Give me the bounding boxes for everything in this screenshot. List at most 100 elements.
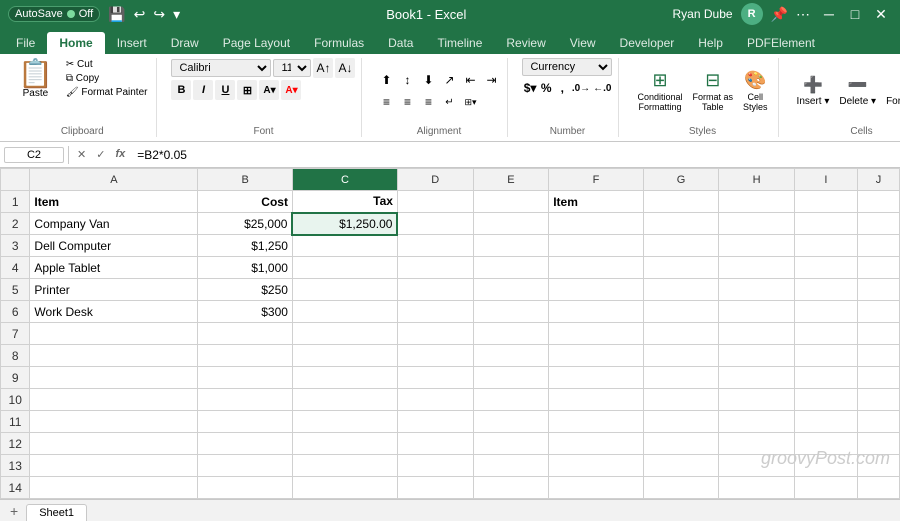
cell-r5-c4[interactable] [397,279,473,301]
cell-r6-c1[interactable]: Work Desk [30,301,198,323]
cell-r5-c7[interactable] [643,279,719,301]
cell-r4-c8[interactable] [719,257,795,279]
sheet-tab-1[interactable]: Sheet1 [26,504,87,521]
col-header-b[interactable]: B [198,169,293,191]
format-table-button[interactable]: ⊟ Format asTable [689,68,738,114]
cell-r12-c6[interactable] [549,433,644,455]
tab-view[interactable]: View [558,32,608,54]
cell-r1-c8[interactable] [719,191,795,213]
cell-r7-c10[interactable] [857,323,899,345]
cell-r8-c1[interactable] [30,345,198,367]
cell-r7-c3[interactable] [292,323,397,345]
border-button[interactable]: ⊞ [237,80,257,100]
cell-r8-c5[interactable] [473,345,549,367]
delete-button[interactable]: ➖ Delete ▾ [835,73,880,109]
cell-r6-c2[interactable]: $300 [198,301,293,323]
merge-center-button[interactable]: ⊞▾ [460,92,480,112]
cell-r5-c1[interactable]: Printer [30,279,198,301]
increase-font-button[interactable]: A↑ [313,58,333,78]
new-sheet-button[interactable]: + [4,501,24,521]
cell-r12-c4[interactable] [397,433,473,455]
comma-button[interactable]: , [555,79,570,97]
cell-r4-c9[interactable] [794,257,857,279]
cell-r13-c4[interactable] [397,455,473,477]
cell-r6-c10[interactable] [857,301,899,323]
cell-r4-c2[interactable]: $1,000 [198,257,293,279]
number-format-select[interactable]: Currency [522,58,612,76]
tab-draw[interactable]: Draw [159,32,211,54]
row-header-7[interactable]: 7 [1,323,30,345]
row-header-8[interactable]: 8 [1,345,30,367]
cell-r6-c9[interactable] [794,301,857,323]
cell-r2-c10[interactable] [857,213,899,235]
dollar-sign-button[interactable]: $▾ [522,79,537,97]
format-painter-button[interactable]: 🖌 Format Painter [63,86,151,99]
cell-r7-c6[interactable] [549,323,644,345]
cell-r13-c2[interactable] [198,455,293,477]
percent-button[interactable]: % [539,79,554,97]
wrap-text-button[interactable]: ↵ [439,92,459,112]
font-color-button[interactable]: A▾ [281,80,301,100]
cell-r8-c10[interactable] [857,345,899,367]
cell-r3-c9[interactable] [794,235,857,257]
cell-r2-c4[interactable] [397,213,473,235]
cell-r1-c1[interactable]: Item [30,191,198,213]
col-header-e[interactable]: E [473,169,549,191]
cell-r4-c4[interactable] [397,257,473,279]
cell-r1-c2[interactable]: Cost [198,191,293,213]
cell-r12-c2[interactable] [198,433,293,455]
cell-r3-c7[interactable] [643,235,719,257]
cell-r14-c3[interactable] [292,477,397,499]
cell-r7-c2[interactable] [198,323,293,345]
col-header-a[interactable]: A [30,169,198,191]
confirm-formula-button[interactable]: ✓ [92,147,109,162]
text-direction-button[interactable]: ↗ [439,70,459,90]
cell-r4-c10[interactable] [857,257,899,279]
cell-r4-c1[interactable]: Apple Tablet [30,257,198,279]
cell-r8-c3[interactable] [292,345,397,367]
align-middle-button[interactable]: ↕ [397,70,417,90]
cell-r14-c9[interactable] [794,477,857,499]
paste-button[interactable]: 📋 Paste [14,58,57,124]
cell-r2-c3[interactable]: $1,250.00 [292,213,397,235]
tab-help[interactable]: Help [686,32,735,54]
italic-button[interactable]: I [193,80,213,100]
cell-r14-c8[interactable] [719,477,795,499]
cell-r9-c1[interactable] [30,367,198,389]
cell-r3-c8[interactable] [719,235,795,257]
cut-button[interactable]: ✂ Cut [63,58,151,71]
cell-r5-c8[interactable] [719,279,795,301]
indent-increase-button[interactable]: ⇥ [481,70,501,90]
cell-r3-c3[interactable] [292,235,397,257]
cell-r2-c1[interactable]: Company Van [30,213,198,235]
cell-r14-c7[interactable] [643,477,719,499]
align-left-button[interactable]: ≡ [376,92,396,112]
underline-button[interactable]: U [215,80,235,100]
cell-r12-c7[interactable] [643,433,719,455]
font-size-select[interactable]: 11 [273,59,311,77]
tab-pdfelement[interactable]: PDFElement [735,32,827,54]
row-header-14[interactable]: 14 [1,477,30,499]
cell-r8-c2[interactable] [198,345,293,367]
cell-r9-c9[interactable] [794,367,857,389]
cell-r13-c7[interactable] [643,455,719,477]
minimize-button[interactable]: ─ [818,3,840,25]
copy-button[interactable]: ⧉ Copy [63,72,151,85]
cell-r3-c1[interactable]: Dell Computer [30,235,198,257]
cell-r6-c4[interactable] [397,301,473,323]
cell-r13-c1[interactable] [30,455,198,477]
cell-r10-c6[interactable] [549,389,644,411]
col-header-c[interactable]: C [292,169,397,191]
cell-r14-c1[interactable] [30,477,198,499]
row-header-6[interactable]: 6 [1,301,30,323]
save-icon[interactable]: 💾 [108,6,125,23]
cell-r14-c6[interactable] [549,477,644,499]
cell-r3-c5[interactable] [473,235,549,257]
cancel-formula-button[interactable]: ✕ [73,147,90,162]
redo-icon[interactable]: ↪ [153,6,165,23]
cell-r9-c6[interactable] [549,367,644,389]
cell-r10-c10[interactable] [857,389,899,411]
cell-r5-c2[interactable]: $250 [198,279,293,301]
cell-r4-c6[interactable] [549,257,644,279]
row-header-12[interactable]: 12 [1,433,30,455]
